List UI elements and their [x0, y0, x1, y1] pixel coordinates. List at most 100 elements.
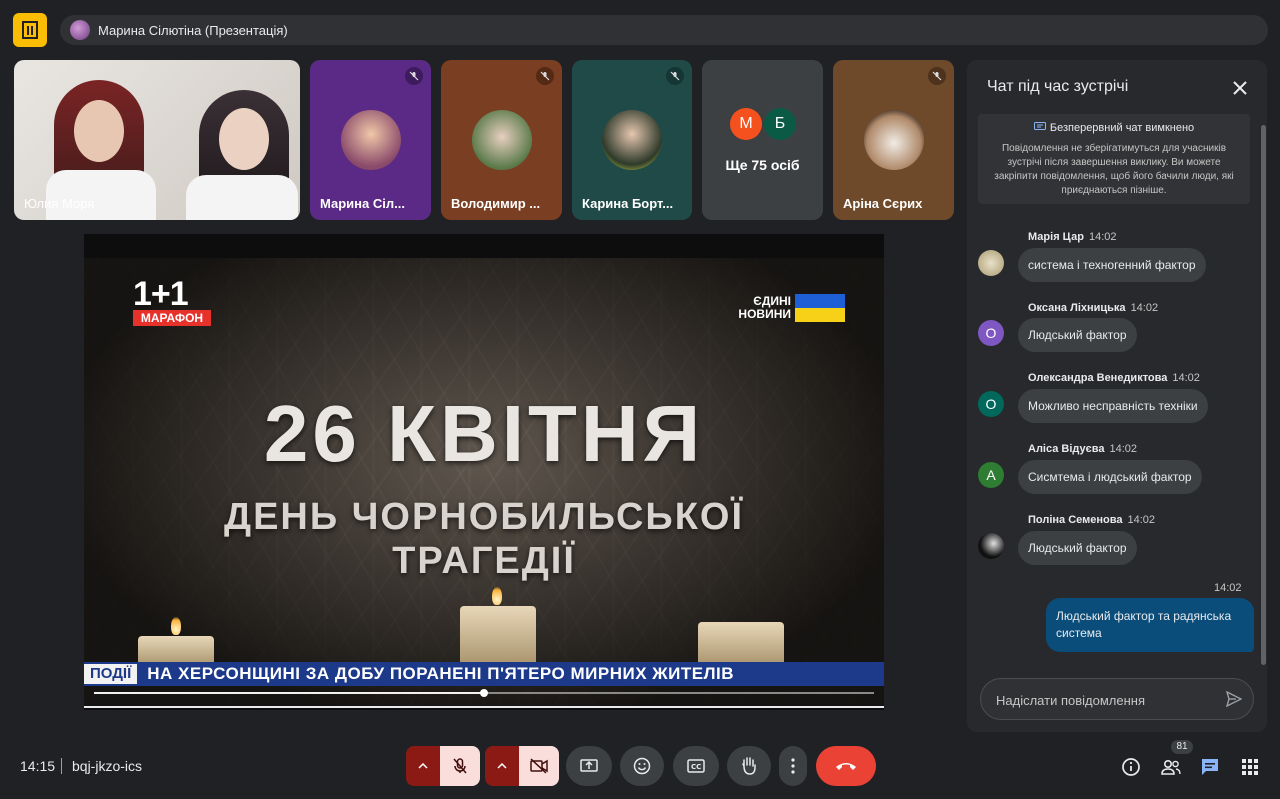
meeting-details-button[interactable]	[1120, 756, 1142, 778]
close-icon[interactable]	[1229, 77, 1251, 99]
mic-off-icon	[536, 67, 554, 85]
participant-tile-self[interactable]: Юлия Моря	[14, 60, 300, 220]
people-icon	[1161, 759, 1181, 775]
message-author: Олександра Венедиктова	[1028, 372, 1168, 384]
video-progress-thumb[interactable]	[480, 689, 488, 697]
presenter-label: Марина Сілютіна (Презентація)	[98, 22, 288, 38]
message-author: Марія Цар	[1028, 231, 1084, 243]
camera-options-button[interactable]	[485, 746, 519, 786]
message-bubble: Людський фактор	[1018, 531, 1137, 565]
participant-tile[interactable]: Марина Сіл...	[310, 60, 431, 220]
participant-avatar	[863, 110, 924, 170]
participant-tile[interactable]: Карина Борт...	[572, 60, 692, 220]
chat-title: Чат під час зустрічі	[987, 78, 1129, 95]
more-vert-icon	[791, 758, 795, 774]
message-time: 14:02	[1172, 372, 1200, 384]
end-call-button[interactable]	[816, 746, 876, 786]
hand-icon	[742, 757, 756, 775]
building-icon	[22, 21, 38, 39]
news-logo: ЄДИНІ НОВИНИ	[737, 293, 849, 323]
video-bottom-line	[84, 706, 884, 708]
meeting-code: bqj-jkzo-ics	[72, 758, 143, 774]
mic-options-button[interactable]	[406, 746, 440, 786]
own-message-text: Людський фактор та радянська система	[1056, 609, 1232, 640]
video-subheadline: ТРАГЕДІЇ	[392, 540, 576, 582]
presentation-indicator[interactable]: Марина Сілютіна (Презентація)	[60, 15, 1268, 45]
reactions-button[interactable]	[620, 746, 664, 786]
participant-name: Володимир ...	[451, 196, 541, 211]
chat-bubble-icon	[1033, 122, 1046, 130]
mic-off-icon	[666, 67, 684, 85]
divider	[61, 758, 62, 774]
mic-off-icon	[928, 67, 946, 85]
people-button[interactable]	[1159, 756, 1183, 778]
phone-hangup-icon	[836, 763, 856, 770]
candle-flame	[492, 587, 502, 605]
mic-off-icon	[453, 758, 467, 774]
message-header: Олександра Венедиктова 14:02	[1028, 372, 1200, 384]
message-header: Поліна Семенова 14:02	[1028, 514, 1155, 526]
chat-scrollbar[interactable]	[1261, 125, 1266, 665]
chat-notice: Безперервний чат вимкнено Повідомлення н…	[978, 114, 1250, 204]
chevron-up-icon	[497, 763, 507, 769]
chat-notice-header: Безперервний чат вимкнено	[978, 122, 1250, 134]
message-time: 14:02	[1109, 443, 1137, 455]
chat-icon	[1202, 759, 1218, 775]
message-time: 14:02	[1127, 514, 1156, 526]
message-avatar	[978, 250, 1004, 276]
participant-name: Юлия Моря	[24, 196, 95, 211]
svg-text:CC: CC	[691, 763, 701, 771]
message-bubble: Сисмтема і людський фактор	[1018, 460, 1202, 494]
news-ticker: ПОДІЇ НА ХЕРСОНЩИНІ ЗА ДОБУ ПОРАНЕНІ П'Я…	[84, 662, 884, 686]
participant-initial-avatar: Б	[764, 108, 796, 140]
person-face	[74, 100, 124, 162]
person-shirt	[46, 170, 156, 220]
message-avatar: А	[978, 462, 1004, 488]
participant-tile[interactable]: Володимир ...	[441, 60, 562, 220]
message-header: Марія Цар 14:02	[1028, 231, 1116, 243]
ukraine-flag-icon	[795, 294, 845, 322]
chevron-up-icon	[418, 763, 428, 769]
activities-button[interactable]	[1239, 756, 1261, 778]
participant-name: Марина Сіл...	[320, 196, 405, 211]
own-message-time: 14:02	[1214, 582, 1242, 594]
captions-button[interactable]: CC	[673, 746, 719, 786]
apps-grid-icon	[1242, 759, 1258, 775]
participant-avatar	[340, 110, 401, 170]
own-message-bubble: Людський фактор та радянська система	[1046, 598, 1254, 652]
mic-off-icon	[405, 67, 423, 85]
channel-logo-sub: МАРАФОН	[133, 310, 211, 326]
chat-message-input[interactable]	[994, 689, 1218, 711]
message-author: Поліна Семенова	[1028, 514, 1123, 526]
raise-hand-button[interactable]	[727, 746, 771, 786]
ticker-tag: ПОДІЇ	[84, 664, 138, 684]
video-progress-fill	[94, 692, 484, 694]
video-subheadline: ДЕНЬ ЧОРНОБИЛЬСЬКОЇ	[224, 496, 744, 538]
meet-logo-button[interactable]	[13, 13, 47, 47]
present-screen-button[interactable]	[566, 746, 612, 786]
candle	[698, 622, 784, 666]
video-headline: 26 КВІТНЯ	[263, 389, 705, 478]
more-options-button[interactable]	[779, 746, 807, 786]
more-participants-tile[interactable]: М Б Ще 75 осіб	[702, 60, 823, 220]
news-logo-text: ЄДИНІ НОВИНИ	[738, 294, 791, 321]
more-participants-label: Ще 75 осіб	[725, 157, 800, 173]
toggle-camera-button[interactable]	[519, 746, 559, 786]
message-time: 14:02	[1088, 231, 1117, 243]
participant-tile[interactable]: Аріна Сєрих	[833, 60, 954, 220]
message-author: Аліса Відуєва	[1028, 443, 1105, 455]
message-time: 14:02	[1130, 302, 1159, 314]
toggle-mic-button[interactable]	[440, 746, 480, 786]
present-icon	[580, 759, 598, 772]
chat-button[interactable]	[1199, 756, 1221, 778]
participant-initial-avatar: М	[730, 108, 762, 140]
message-author: Оксана Ліхницька	[1028, 302, 1126, 314]
captions-icon: CC	[687, 759, 705, 773]
camera-off-icon	[530, 758, 548, 774]
ticker-text: НА ХЕРСОНЩИНІ ЗА ДОБУ ПОРАНЕНІ П'ЯТЕРО М…	[147, 664, 734, 683]
channel-logo: 1+1	[133, 275, 189, 313]
presenter-avatar	[70, 20, 90, 40]
send-icon[interactable]	[1224, 689, 1244, 709]
info-icon	[1122, 758, 1140, 776]
message-bubble: Можливо несправність техніки	[1018, 389, 1208, 423]
